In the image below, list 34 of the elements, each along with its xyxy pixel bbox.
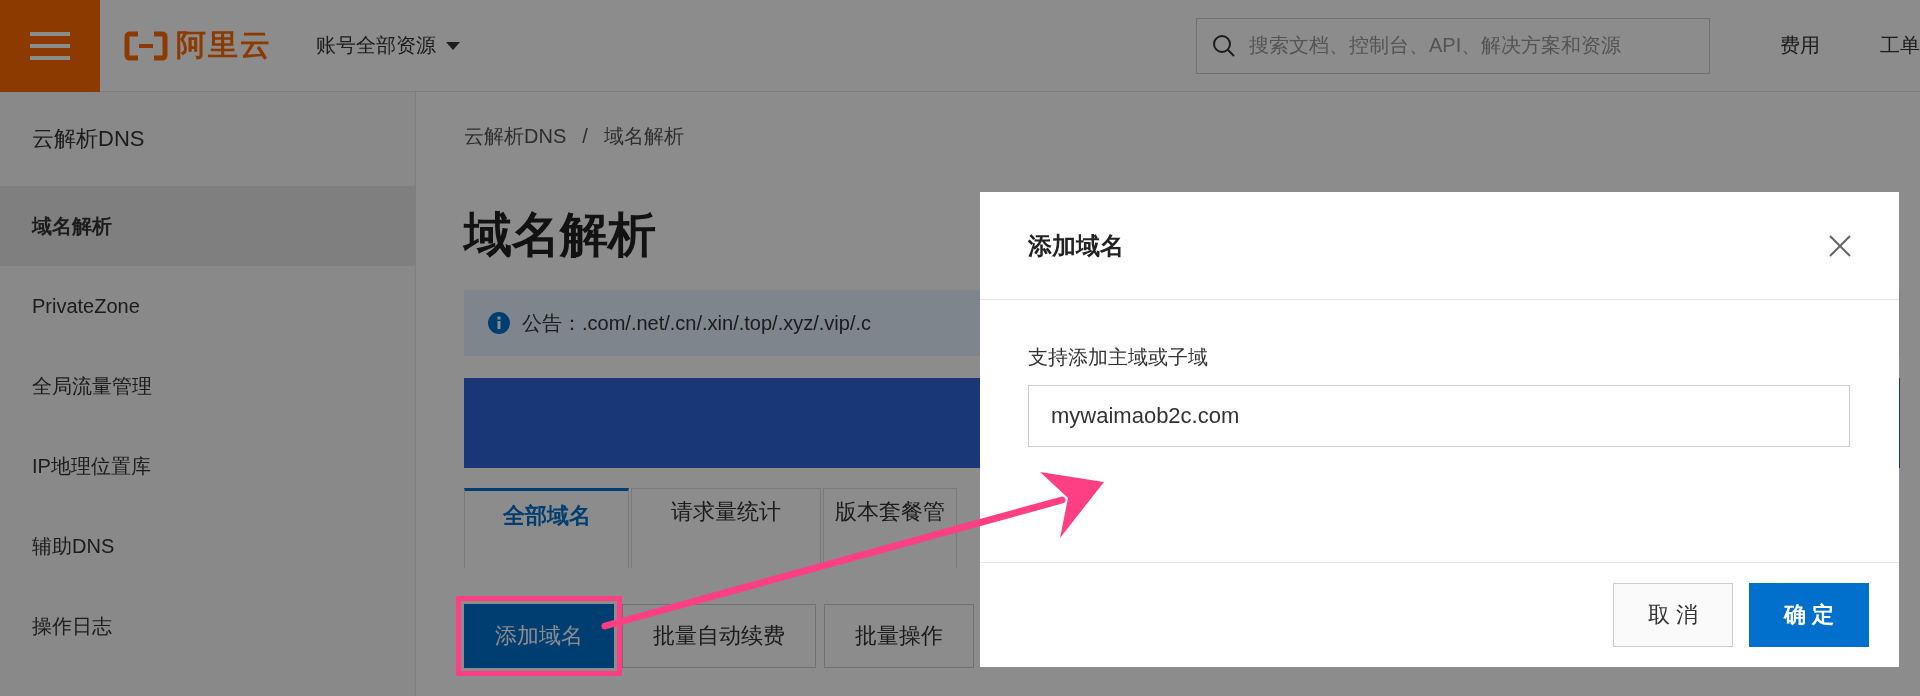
field-label: 支持添加主域或子域 bbox=[1028, 345, 1209, 370]
logo-icon bbox=[124, 30, 168, 61]
tab[interactable]: 版本套餐管 bbox=[823, 488, 957, 568]
action-button[interactable]: 批量操作 bbox=[824, 604, 974, 668]
page-title: 域名解析 bbox=[464, 207, 656, 263]
sidebar-item[interactable]: 操作日志 bbox=[0, 586, 415, 666]
sidebar-title: 云解析DNS bbox=[31, 125, 146, 153]
breadcrumb-link[interactable]: 域名解析 bbox=[603, 122, 684, 150]
sidebar-item[interactable]: 全局流量管理 bbox=[0, 346, 415, 426]
breadcrumb-separator: / bbox=[582, 124, 588, 148]
search-field[interactable]: 搜索文档、控制台、API、解决方案和资源 bbox=[1196, 17, 1710, 74]
sidebar-item[interactable]: IP地理位置库 bbox=[0, 426, 415, 506]
caret-icon bbox=[446, 41, 460, 50]
tab[interactable]: 全部域名 bbox=[464, 488, 629, 568]
action-button[interactable]: 批量自动续费 bbox=[622, 604, 816, 668]
sidebar-item[interactable]: PrivateZone bbox=[0, 266, 415, 346]
tab[interactable]: 请求量统计 bbox=[631, 488, 821, 568]
brand-name: 阿里云 bbox=[176, 27, 272, 63]
dialog-button[interactable]: 确 定 bbox=[1749, 583, 1869, 647]
domain-input[interactable]: mywaimaob2c.com bbox=[1028, 385, 1850, 447]
close-icon[interactable] bbox=[1829, 234, 1851, 257]
menu-icon bbox=[30, 30, 70, 61]
breadcrumb-link[interactable]: 云解析DNS bbox=[464, 122, 567, 150]
sidebar-item[interactable]: 域名解析 bbox=[0, 186, 415, 266]
sidebar-item[interactable]: 辅助DNS bbox=[0, 506, 415, 586]
info-icon bbox=[488, 312, 510, 334]
action-button[interactable]: 添加域名 bbox=[464, 604, 614, 668]
account-menu[interactable]: 账号全部资源 bbox=[310, 31, 466, 60]
notice-text: 公告：.com/.net/.cn/.xin/.top/.xyz/.vip/.c bbox=[522, 310, 871, 336]
dialog-button[interactable]: 取 消 bbox=[1613, 583, 1733, 647]
dialog-title: 添加域名 bbox=[1028, 230, 1124, 261]
search-icon bbox=[1212, 33, 1236, 58]
top-link[interactable]: 费用 bbox=[1780, 32, 1820, 59]
top-link[interactable]: 工单 bbox=[1880, 32, 1920, 59]
